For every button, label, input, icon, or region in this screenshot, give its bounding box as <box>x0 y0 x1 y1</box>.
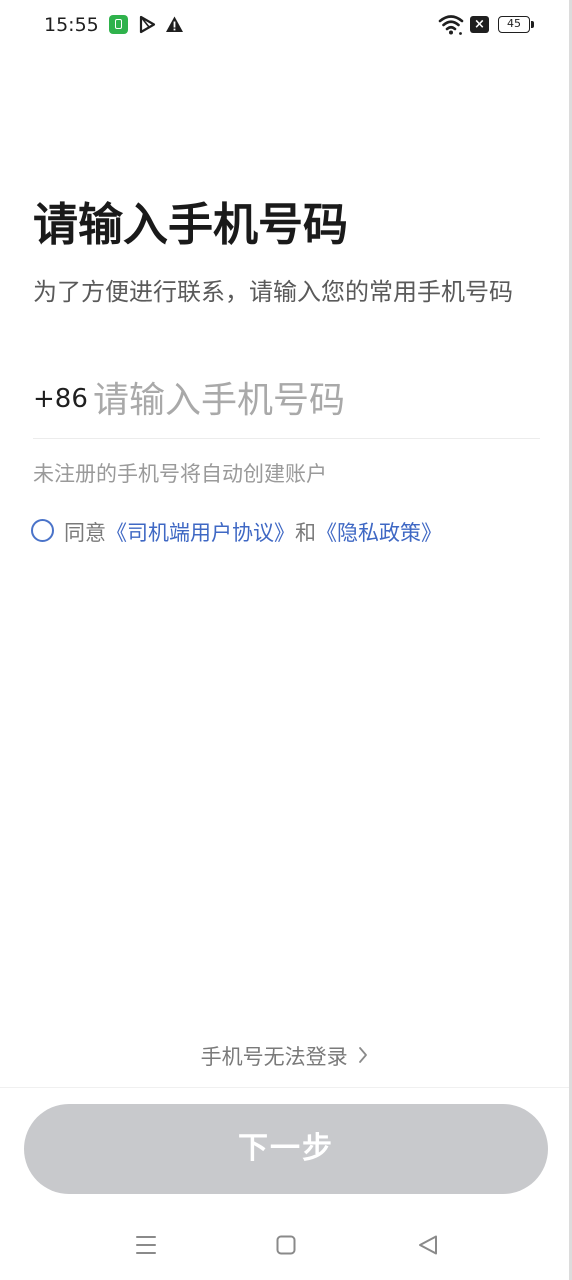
agreement-row: 同意《司机端用户协议》和《隐私政策》 <box>31 517 442 549</box>
phone-input-row: +86 <box>33 372 540 439</box>
back-icon[interactable] <box>417 1234 439 1256</box>
user-agreement-link[interactable]: 《司机端用户协议》 <box>106 521 295 545</box>
agreement-checkbox[interactable] <box>31 519 54 542</box>
status-bar: 15:55 × 45 <box>0 0 569 52</box>
next-step-button[interactable]: 下一步 <box>24 1104 548 1194</box>
play-icon <box>139 15 156 34</box>
sim-off-icon: × <box>470 16 489 33</box>
chevron-right-icon <box>359 1047 368 1063</box>
phone-number-input[interactable] <box>93 374 533 426</box>
page-title: 请输入手机号码 <box>33 198 349 251</box>
cannot-login-link[interactable]: 手机号无法登录 <box>0 1041 569 1071</box>
register-hint: 未注册的手机号将自动创建账户 <box>33 462 327 486</box>
footer-divider <box>0 1087 569 1088</box>
agreement-prefix: 同意 <box>64 521 106 545</box>
privacy-policy-link[interactable]: 《隐私政策》 <box>316 521 442 545</box>
page-subtitle: 为了方便进行联系，请输入您的常用手机号码 <box>33 278 513 306</box>
cannot-login-label: 手机号无法登录 <box>200 1045 348 1069</box>
home-icon[interactable] <box>276 1235 296 1255</box>
agreement-connector: 和 <box>295 521 316 545</box>
menu-icon[interactable] <box>135 1234 157 1256</box>
battery-icon: 45 <box>498 16 530 33</box>
app-notification-icon <box>109 15 128 34</box>
warning-icon <box>166 16 183 32</box>
wifi-icon <box>438 15 464 35</box>
country-code[interactable]: +86 <box>33 384 88 414</box>
battery-tip <box>531 21 534 28</box>
status-time: 15:55 <box>44 14 99 36</box>
